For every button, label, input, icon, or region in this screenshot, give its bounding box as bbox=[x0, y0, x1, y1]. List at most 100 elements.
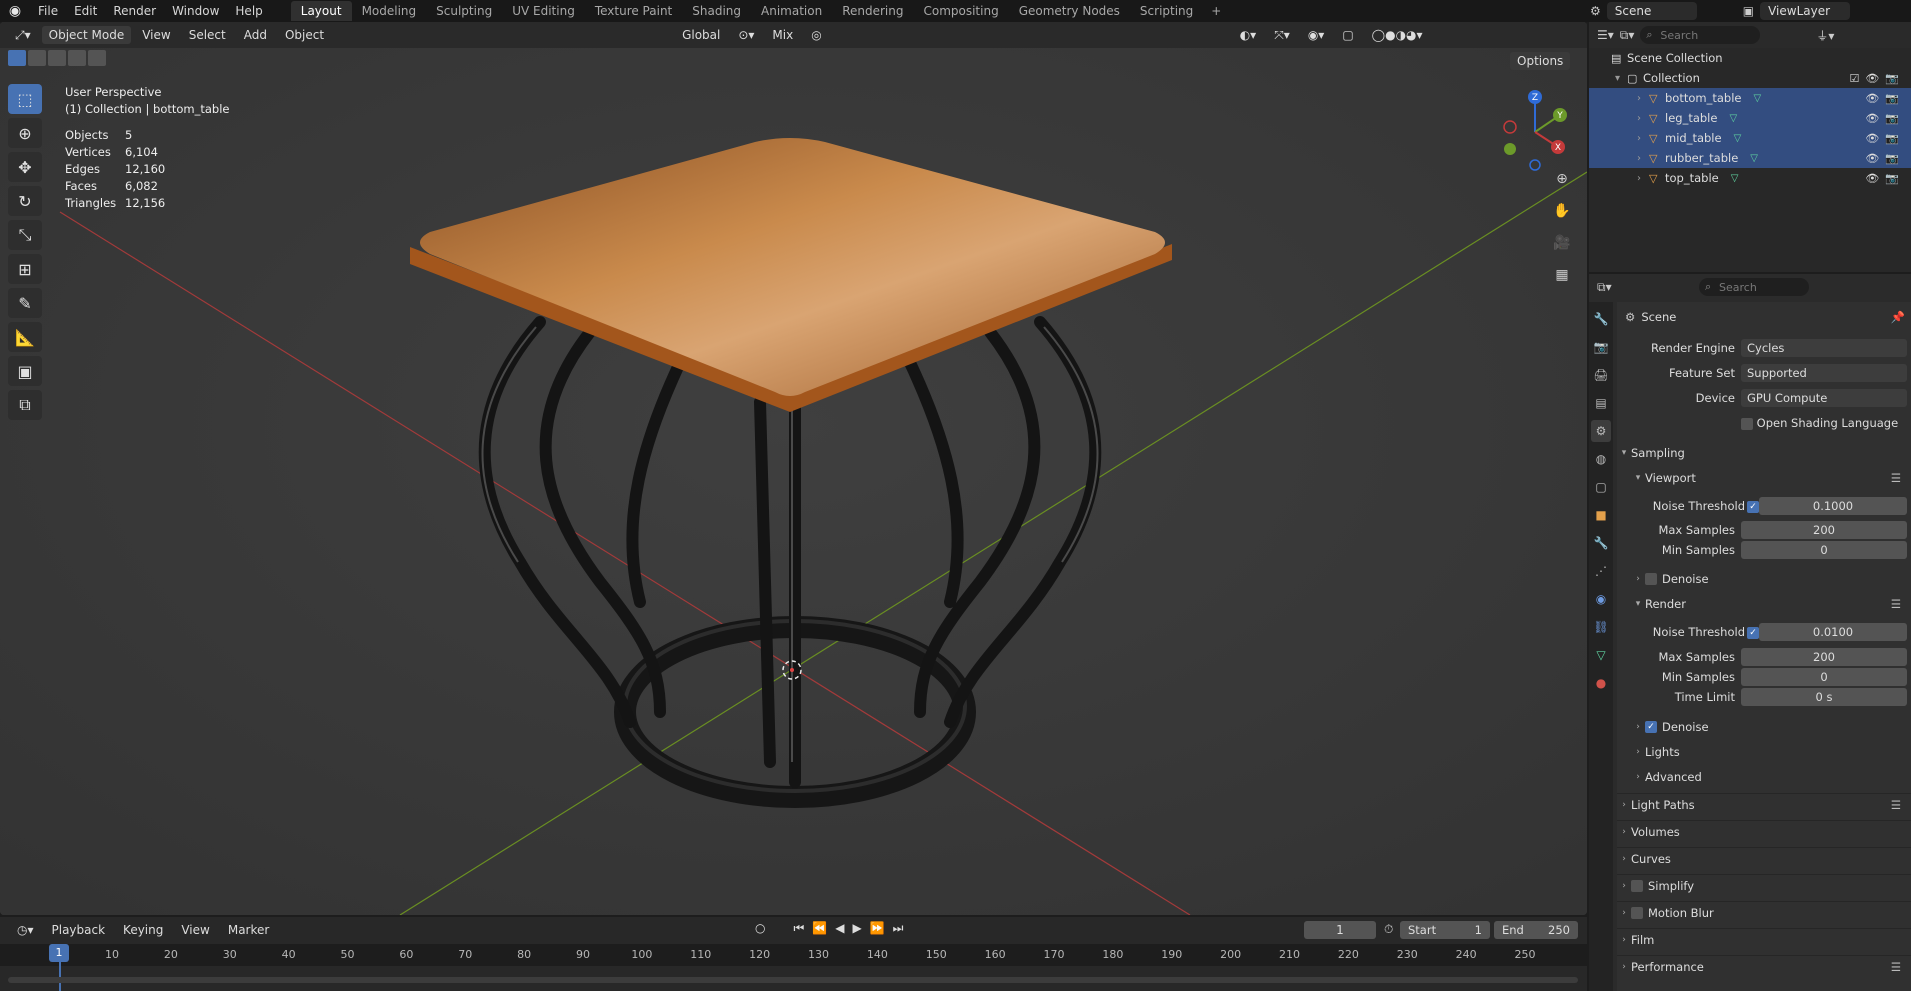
mesh-data-icon[interactable]: ▽ bbox=[1753, 93, 1761, 104]
motion-blur-checkbox[interactable] bbox=[1631, 906, 1643, 919]
select-extend-icon[interactable] bbox=[28, 50, 46, 66]
output-tab-icon[interactable]: 🖨 bbox=[1591, 364, 1611, 386]
collection-visibility-icons[interactable]: ☑👁📷 bbox=[1849, 72, 1905, 85]
rotate-tool-icon[interactable]: ↻ bbox=[8, 186, 42, 216]
r-max-samples-field[interactable]: 200 bbox=[1741, 648, 1907, 666]
sampling-section[interactable]: ▾ Sampling bbox=[1617, 442, 1911, 464]
prev-keyframe-icon[interactable]: ⏪ bbox=[812, 921, 827, 936]
select-invert-icon[interactable] bbox=[68, 50, 86, 66]
menu-file[interactable]: File bbox=[30, 4, 66, 18]
mesh-data-icon[interactable]: ▽ bbox=[1750, 153, 1758, 164]
viewport-menu-select[interactable]: Select bbox=[182, 26, 233, 44]
object-tab-icon[interactable]: ■ bbox=[1591, 504, 1611, 526]
move-tool-icon[interactable]: ✥ bbox=[8, 152, 42, 182]
tab-modeling[interactable]: Modeling bbox=[352, 1, 427, 21]
next-keyframe-icon[interactable]: ⏩ bbox=[870, 921, 885, 936]
simplify-section[interactable]: › Simplify bbox=[1617, 874, 1911, 896]
camera-view-icon[interactable]: 🎥 bbox=[1550, 231, 1574, 255]
properties-editor-icon[interactable]: ⧉▾ bbox=[1597, 280, 1612, 295]
visibility-icon[interactable]: ◐▾ bbox=[1233, 26, 1264, 44]
tab-uv-editing[interactable]: UV Editing bbox=[502, 1, 585, 21]
select-box-tool-icon[interactable]: ⬚ bbox=[8, 84, 42, 114]
jump-start-icon[interactable]: ⏮ bbox=[793, 921, 804, 936]
feature-set-dropdown[interactable]: Supported bbox=[1741, 364, 1907, 382]
motion-blur-section[interactable]: › Motion Blur bbox=[1617, 901, 1911, 923]
jump-end-icon[interactable]: ⏭ bbox=[893, 921, 904, 936]
menu-edit[interactable]: Edit bbox=[66, 4, 105, 18]
time-limit-field[interactable]: 0 s bbox=[1741, 688, 1907, 706]
play-reverse-icon[interactable]: ◀ bbox=[835, 921, 844, 936]
timeline-ruler[interactable]: 10 20 30 40 50 60 70 80 90 100 110 120 130 140 150 160 1… bbox=[0, 944, 1587, 966]
particles-tab-icon[interactable]: ⋰ bbox=[1591, 560, 1611, 582]
vp-noise-checkbox[interactable]: ✓ bbox=[1747, 499, 1759, 513]
chevron-right-icon[interactable]: › bbox=[1637, 113, 1649, 124]
mode-selector[interactable]: Object Mode bbox=[41, 26, 132, 44]
pin-icon[interactable]: 📌 bbox=[1891, 310, 1905, 324]
options-button[interactable]: Options bbox=[1510, 52, 1571, 70]
shading-modes-icon[interactable]: ◯●◑◕▾ bbox=[1365, 26, 1430, 44]
tab-shading[interactable]: Shading bbox=[682, 1, 751, 21]
playhead-marker[interactable]: 1 bbox=[49, 944, 69, 962]
film-section[interactable]: › Film bbox=[1617, 928, 1911, 950]
record-icon[interactable]: ○ bbox=[755, 921, 765, 936]
visibility-icons[interactable]: 👁📷 bbox=[1865, 172, 1905, 185]
tab-texture-paint[interactable]: Texture Paint bbox=[585, 1, 682, 21]
timeline-menu-keying[interactable]: Keying bbox=[116, 921, 170, 939]
world-tab-icon[interactable]: ◍ bbox=[1591, 448, 1611, 470]
proportional-edit-icon[interactable]: ◎ bbox=[804, 26, 828, 44]
transform-tool-icon[interactable]: ⊞ bbox=[8, 254, 42, 284]
scene-collection-row[interactable]: ▤ Scene Collection bbox=[1589, 48, 1911, 68]
mesh-data-icon[interactable]: ▽ bbox=[1734, 133, 1742, 144]
select-intersect-icon[interactable] bbox=[88, 50, 106, 66]
outliner-item-bottom-table[interactable]: › ▽ bottom_table ▽ 👁📷 bbox=[1589, 88, 1911, 108]
zoom-icon[interactable]: ⊕ bbox=[1550, 167, 1574, 191]
outliner-item-leg-table[interactable]: › ▽ leg_table ▽ 👁📷 bbox=[1589, 108, 1911, 128]
chevron-right-icon[interactable]: › bbox=[1637, 173, 1649, 184]
add-cube-tool-icon[interactable]: ▣ bbox=[8, 356, 42, 386]
stopwatch-icon[interactable]: ⏱ bbox=[1384, 922, 1393, 937]
lights-subsection[interactable]: › Lights bbox=[1617, 741, 1911, 763]
view-layer-field[interactable]: ViewLayer bbox=[1760, 2, 1851, 20]
menu-window[interactable]: Window bbox=[164, 4, 227, 18]
outliner-item-top-table[interactable]: › ▽ top_table ▽ 👁📷 bbox=[1589, 168, 1911, 188]
visibility-icons[interactable]: 👁📷 bbox=[1865, 112, 1905, 125]
tab-sculpting[interactable]: Sculpting bbox=[426, 1, 502, 21]
viewport-subsection[interactable]: ▾ Viewport ☰ bbox=[1617, 467, 1911, 489]
light-paths-section[interactable]: › Light Paths ☰ bbox=[1617, 793, 1911, 815]
tab-rendering[interactable]: Rendering bbox=[832, 1, 913, 21]
curves-section[interactable]: › Curves bbox=[1617, 847, 1911, 869]
viewport-menu-object[interactable]: Object bbox=[278, 26, 331, 44]
tab-layout[interactable]: Layout bbox=[290, 1, 352, 21]
scene-name-field[interactable]: Scene bbox=[1606, 2, 1697, 20]
scale-tool-icon[interactable]: ⤡ bbox=[8, 220, 42, 250]
select-new-icon[interactable] bbox=[8, 50, 26, 66]
r-denoise-checkbox[interactable]: ✓ bbox=[1645, 721, 1657, 733]
chevron-right-icon[interactable]: › bbox=[1637, 133, 1649, 144]
outliner-editor-icon[interactable]: ☰▾ bbox=[1597, 28, 1614, 42]
properties-search-input[interactable]: Search bbox=[1699, 278, 1809, 296]
pivot-point-icon[interactable]: ⊙▾ bbox=[731, 26, 761, 44]
display-mode-icon[interactable]: ⧉▾ bbox=[1620, 28, 1635, 43]
chevron-down-icon[interactable]: ▾ bbox=[1615, 73, 1627, 84]
advanced-subsection[interactable]: › Advanced bbox=[1617, 766, 1911, 788]
collection-tab-icon[interactable]: ▢ bbox=[1591, 476, 1611, 498]
tool-tab-icon[interactable]: 🔧 bbox=[1591, 308, 1611, 330]
vp-noise-threshold-field[interactable]: 0.1000 bbox=[1759, 497, 1907, 515]
pan-hand-icon[interactable]: ✋ bbox=[1550, 199, 1574, 223]
visibility-icons[interactable]: 👁📷 bbox=[1865, 132, 1905, 145]
cursor-tool-icon[interactable]: ⊕ bbox=[8, 118, 42, 148]
start-frame-field[interactable]: Start 1 bbox=[1400, 921, 1490, 939]
tab-compositing[interactable]: Compositing bbox=[913, 1, 1008, 21]
constraints-tab-icon[interactable]: ⛓ bbox=[1591, 616, 1611, 638]
volumes-section[interactable]: › Volumes bbox=[1617, 820, 1911, 842]
render-subsection[interactable]: ▾ Render ☰ bbox=[1617, 593, 1911, 615]
collection-row[interactable]: ▾ ▢ Collection ☑👁📷 bbox=[1589, 68, 1911, 88]
snap-mode-dropdown[interactable]: Mix bbox=[765, 26, 800, 44]
viewport-menu-view[interactable]: View bbox=[135, 26, 177, 44]
vp-denoise-checkbox[interactable] bbox=[1645, 573, 1657, 585]
list-icon[interactable]: ☰ bbox=[1891, 960, 1901, 974]
list-icon[interactable]: ☰ bbox=[1891, 798, 1901, 812]
editor-type-icon[interactable]: ⤢▾ bbox=[8, 26, 38, 45]
menu-render[interactable]: Render bbox=[105, 4, 164, 18]
transform-orientation-dropdown[interactable]: Global bbox=[675, 26, 727, 44]
